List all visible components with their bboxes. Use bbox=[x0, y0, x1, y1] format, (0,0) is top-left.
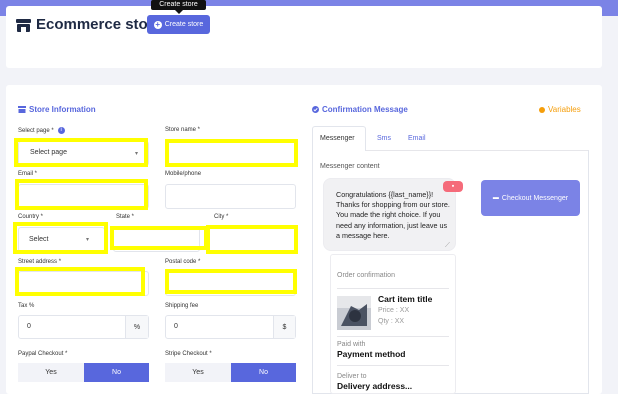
highlight-email bbox=[15, 179, 148, 210]
store-info-title: Store Information bbox=[18, 105, 96, 114]
create-store-label: Create store bbox=[164, 21, 204, 28]
product-image bbox=[337, 296, 371, 330]
deliver-to-label: Deliver to bbox=[337, 373, 367, 380]
mobile-label: Mobile/phone bbox=[165, 171, 202, 177]
store-info-title-text: Store Information bbox=[29, 105, 96, 114]
info-icon[interactable]: i bbox=[57, 127, 65, 134]
highlight-city bbox=[206, 225, 298, 254]
tax-value: 0 bbox=[27, 323, 31, 330]
order-heading: Order confirmation bbox=[337, 272, 395, 279]
store-small-icon bbox=[18, 106, 26, 113]
store-name-label: Store name * bbox=[165, 127, 201, 133]
trash-icon[interactable]: ▪ bbox=[443, 181, 463, 192]
tab-messenger[interactable]: Messenger bbox=[320, 135, 355, 142]
stripe-label: Stripe Checkout * bbox=[165, 351, 212, 357]
variables-label: Variables bbox=[548, 105, 581, 114]
shipping-label: Shipping fee bbox=[165, 303, 199, 309]
store-icon bbox=[16, 19, 31, 32]
lock-icon: ▬ bbox=[492, 195, 499, 201]
tab-sms[interactable]: Sms bbox=[377, 135, 391, 142]
dollar-addon: $ bbox=[273, 316, 295, 338]
order-divider bbox=[337, 365, 449, 366]
percent-addon: % bbox=[125, 316, 148, 338]
city-label: City * bbox=[214, 214, 229, 220]
highlight-state bbox=[110, 226, 208, 250]
tooltip-arrow bbox=[175, 10, 183, 14]
resize-handle-icon[interactable]: ⟋ bbox=[445, 242, 450, 250]
highlight-street bbox=[15, 267, 145, 296]
variables-dot-icon bbox=[539, 106, 545, 113]
order-divider bbox=[337, 336, 449, 337]
highlight-country bbox=[13, 222, 108, 254]
message-text: Congratulations {{last_name}}! Thanks fo… bbox=[336, 190, 450, 240]
select-page-label-text: Select page * bbox=[18, 128, 54, 135]
checkout-messenger-button[interactable]: ▬ Checkout Messenger bbox=[481, 180, 580, 216]
tax-label: Tax % bbox=[18, 303, 35, 309]
shipping-value: 0 bbox=[174, 323, 178, 330]
create-store-button[interactable]: + Create store bbox=[147, 15, 210, 34]
stripe-no-button[interactable]: No bbox=[231, 363, 296, 382]
postal-label: Postal code * bbox=[165, 259, 201, 265]
paypal-label: Paypal Checkout * bbox=[18, 351, 68, 357]
confirmation-title: Confirmation Message bbox=[312, 105, 408, 114]
delivery-address: Delivery address... bbox=[337, 381, 413, 391]
street-label: Street address * bbox=[18, 259, 62, 265]
mobile-field[interactable] bbox=[165, 184, 296, 209]
paypal-yes-button[interactable]: Yes bbox=[18, 363, 84, 382]
item-qty: Qty : XX bbox=[378, 318, 405, 325]
payment-method: Payment method bbox=[337, 349, 406, 359]
item-title: Cart item title bbox=[378, 294, 433, 304]
state-label: State * bbox=[116, 214, 135, 220]
email-label: Email * bbox=[18, 171, 38, 177]
paypal-no-button[interactable]: No bbox=[84, 363, 149, 382]
variables-link[interactable]: Variables bbox=[539, 105, 581, 114]
stripe-yes-button[interactable]: Yes bbox=[165, 363, 231, 382]
tab-email[interactable]: Email bbox=[408, 135, 426, 142]
order-divider bbox=[337, 288, 449, 289]
create-store-tooltip: Create store bbox=[151, 0, 206, 10]
select-page-label: Select page * i bbox=[18, 127, 65, 134]
page-title: Ecommerce store bbox=[36, 16, 162, 33]
country-label: Country * bbox=[18, 214, 44, 220]
checkout-messenger-label: Checkout Messenger bbox=[501, 194, 569, 202]
check-circle-icon bbox=[312, 106, 319, 113]
messenger-content-label: Messenger content bbox=[320, 163, 380, 170]
confirmation-title-text: Confirmation Message bbox=[322, 105, 408, 114]
highlight-store-name bbox=[165, 139, 298, 167]
item-price: Price : XX bbox=[378, 307, 410, 314]
highlight-select-page bbox=[14, 138, 148, 167]
plus-icon: + bbox=[153, 19, 162, 29]
paid-with-label: Paid with bbox=[337, 341, 366, 348]
highlight-postal bbox=[165, 269, 297, 294]
